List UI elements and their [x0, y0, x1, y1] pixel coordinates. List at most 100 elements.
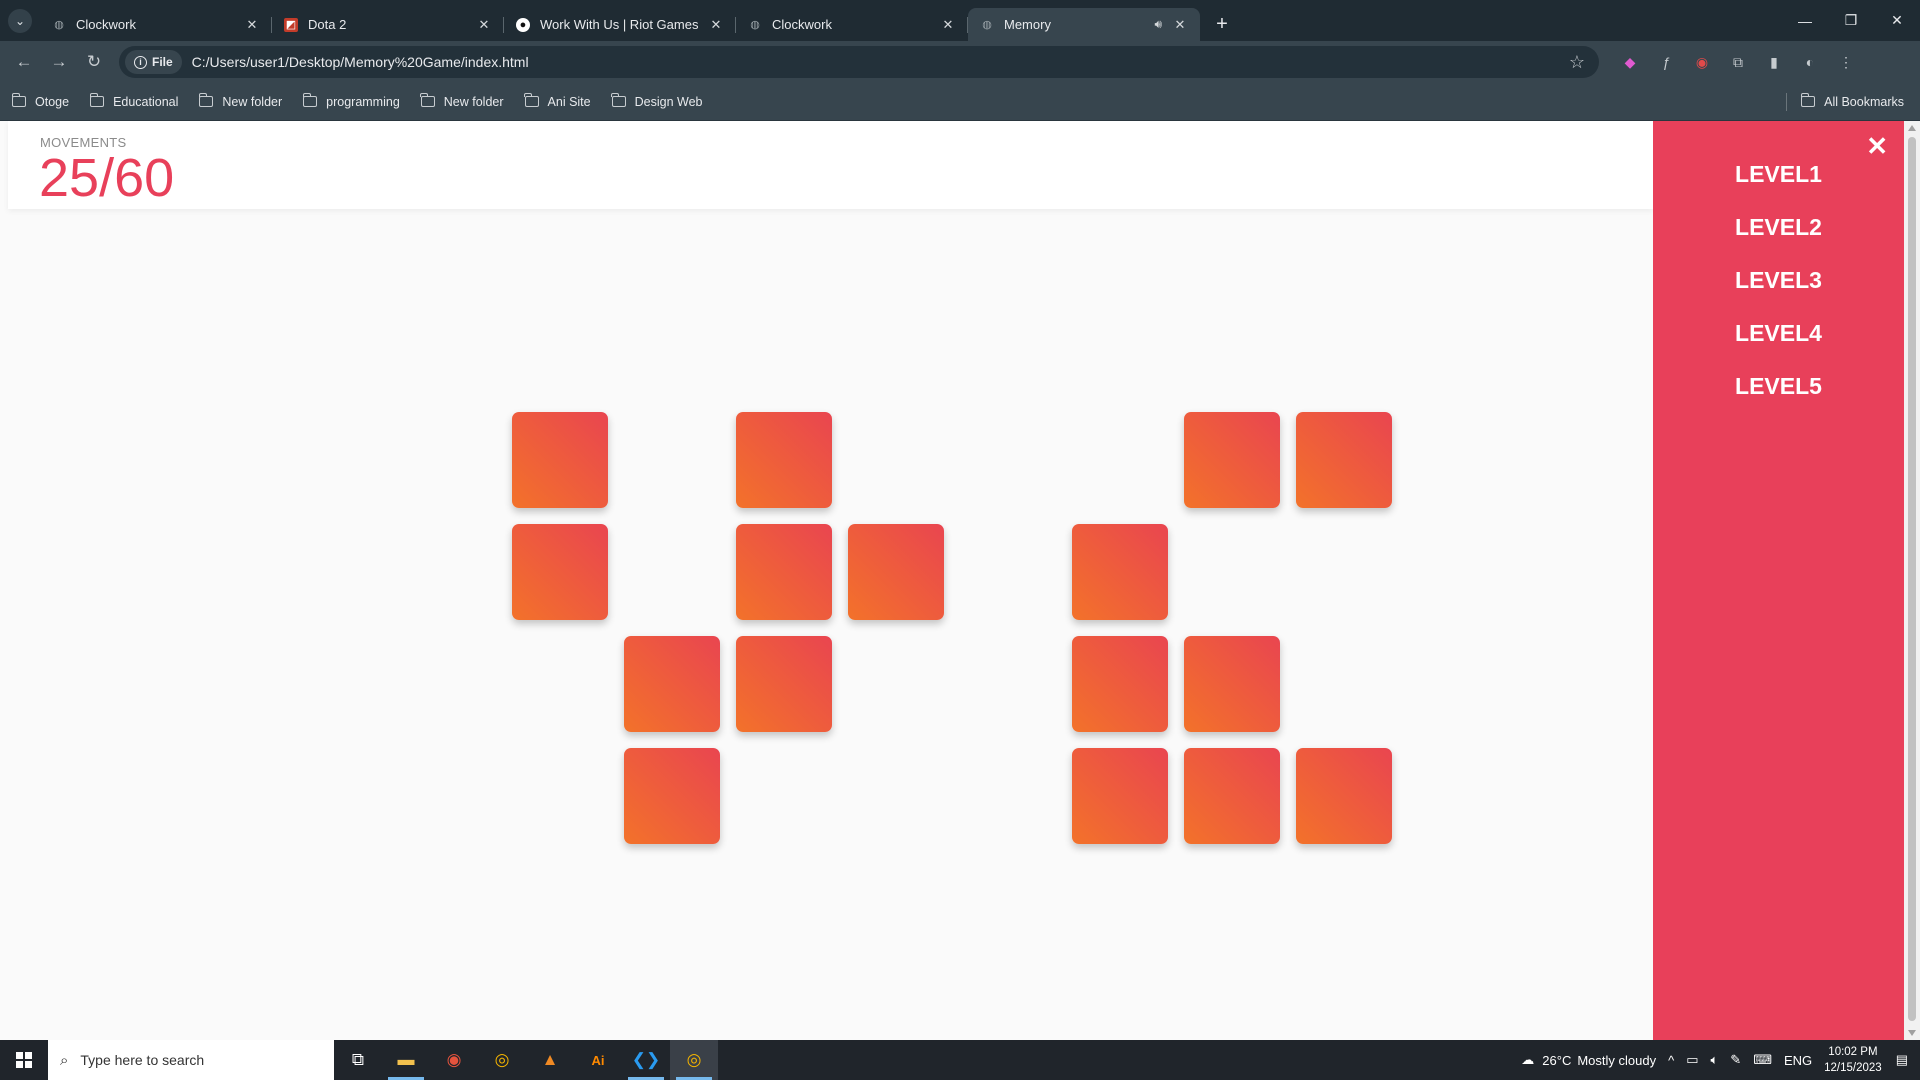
speaker-icon[interactable]: 🔊︎	[1154, 17, 1162, 32]
network-icon[interactable]: ▭	[1686, 1052, 1698, 1068]
level-2-link[interactable]: LEVEL2	[1653, 214, 1904, 241]
pen-icon[interactable]: ✎	[1730, 1052, 1741, 1068]
memory-card[interactable]	[624, 748, 720, 844]
new-tab-button[interactable]: +	[1208, 10, 1236, 38]
search-icon: ⌕	[60, 1051, 69, 1069]
site-info-chip[interactable]: i File	[125, 50, 182, 74]
tab-memory[interactable]: ◍ Memory 🔊︎ ✕	[968, 8, 1200, 41]
chrome-running-icon[interactable]: ◎	[670, 1040, 718, 1080]
color-picker-extension-icon[interactable]: ◆	[1617, 49, 1643, 75]
memory-card[interactable]	[736, 636, 832, 732]
restore-icon[interactable]: ❐	[1828, 0, 1874, 41]
chip-label: File	[152, 55, 173, 69]
level-4-link[interactable]: LEVEL4	[1653, 320, 1904, 347]
extensions-puzzle-icon[interactable]: ⧉	[1725, 49, 1751, 75]
bookmark-educational[interactable]: Educational	[89, 93, 178, 109]
bookmark-label: New folder	[222, 94, 283, 109]
menu-dots-icon[interactable]: ⋮	[1833, 49, 1859, 75]
bookmark-programming[interactable]: programming	[302, 93, 400, 109]
keyboard-icon[interactable]: ⌨	[1753, 1052, 1772, 1068]
memory-card[interactable]	[624, 636, 720, 732]
illustrator-icon[interactable]: Ai	[574, 1040, 622, 1080]
close-icon[interactable]: ✕	[476, 17, 492, 33]
chrome-icon[interactable]: ◎	[478, 1040, 526, 1080]
scroll-down-arrow-icon[interactable]	[1908, 1030, 1916, 1036]
memory-card[interactable]	[1072, 524, 1168, 620]
task-view-icon[interactable]: ⧉	[334, 1040, 382, 1080]
cloud-icon: ☁	[1521, 1052, 1535, 1067]
memory-card[interactable]	[1072, 636, 1168, 732]
weather-temp: 26°C	[1542, 1052, 1572, 1068]
memory-card[interactable]	[736, 524, 832, 620]
bookmark-otoge[interactable]: Otoge	[11, 93, 69, 109]
profile-avatar-icon[interactable]: ◐	[1797, 49, 1823, 75]
weather-condition: Mostly cloudy	[1577, 1052, 1657, 1068]
scroll-up-arrow-icon[interactable]	[1908, 125, 1916, 131]
file-explorer-icon[interactable]: ▬	[382, 1040, 430, 1080]
tab-clockwork-1[interactable]: ◍ Clockwork ✕	[40, 8, 272, 41]
folder-icon	[1800, 93, 1816, 107]
close-icon[interactable]: ✕	[708, 17, 724, 33]
close-window-icon[interactable]: ✕	[1874, 0, 1920, 41]
start-button[interactable]	[0, 1040, 48, 1080]
windows-taskbar: ⌕ Type here to search ⧉ ▬ ◉ ◎ ▲ Ai ❮❯ ◎ …	[0, 1040, 1920, 1080]
tab-strip: ⌄ ◍ Clockwork ✕ ◩ Dota 2 ✕ ● Work With U…	[0, 0, 1920, 41]
memory-card[interactable]	[1184, 636, 1280, 732]
bookmark-new-folder-1[interactable]: New folder	[198, 93, 283, 109]
memory-card[interactable]	[1184, 748, 1280, 844]
tab-search-button[interactable]: ⌄	[8, 9, 32, 33]
close-icon[interactable]: ✕	[244, 17, 260, 33]
tab-clockwork-2[interactable]: ◍ Clockwork ✕	[736, 8, 968, 41]
memory-card[interactable]	[736, 412, 832, 508]
memory-card[interactable]	[1184, 412, 1280, 508]
memory-card[interactable]	[1296, 748, 1392, 844]
browser-toolbar: ← → ↻ i File C:/Users/user1/Desktop/Memo…	[0, 41, 1920, 83]
tab-riot-games[interactable]: ● Work With Us | Riot Games ✕	[504, 8, 736, 41]
scroll-thumb[interactable]	[1908, 137, 1916, 1021]
close-menu-icon[interactable]: ✕	[1866, 131, 1888, 162]
level-5-link[interactable]: LEVEL5	[1653, 373, 1904, 400]
clock[interactable]: 10:02 PM 12/15/2023	[1824, 1044, 1882, 1076]
function-extension-icon[interactable]: ƒ	[1653, 49, 1679, 75]
movements-counter: 25/60	[39, 148, 175, 208]
bookmark-ani-site[interactable]: Ani Site	[524, 93, 591, 109]
url-text[interactable]: C:/Users/user1/Desktop/Memory%20Game/ind…	[192, 54, 1569, 70]
memory-card[interactable]	[512, 412, 608, 508]
memory-card[interactable]	[848, 524, 944, 620]
tab-dota-2[interactable]: ◩ Dota 2 ✕	[272, 8, 504, 41]
globe-icon: ◍	[54, 19, 64, 31]
windows-logo-icon	[16, 1052, 32, 1068]
language-indicator[interactable]: ENG	[1784, 1053, 1812, 1068]
reload-icon[interactable]: ↻	[78, 46, 110, 78]
vertical-scrollbar[interactable]	[1904, 121, 1920, 1040]
close-icon[interactable]: ✕	[1172, 17, 1188, 33]
chevron-up-icon[interactable]: ^	[1668, 1053, 1674, 1068]
back-arrow-icon[interactable]: ←	[8, 46, 40, 78]
level-3-link[interactable]: LEVEL3	[1653, 267, 1904, 294]
app-red-icon[interactable]: ◉	[430, 1040, 478, 1080]
globe-icon: ◍	[750, 19, 760, 31]
taskbar-search[interactable]: ⌕ Type here to search	[48, 1040, 334, 1080]
address-bar[interactable]: i File C:/Users/user1/Desktop/Memory%20G…	[119, 46, 1599, 78]
minimize-icon[interactable]: —	[1782, 0, 1828, 41]
close-icon[interactable]: ✕	[940, 17, 956, 33]
weather-widget[interactable]: ☁ 26°C Mostly cloudy	[1521, 1052, 1656, 1068]
side-panel-icon[interactable]: ▮	[1761, 49, 1787, 75]
forward-arrow-icon[interactable]: →	[43, 46, 75, 78]
all-bookmarks[interactable]: All Bookmarks	[1786, 92, 1904, 111]
vscode-icon[interactable]: ❮❯	[622, 1040, 670, 1080]
memory-card[interactable]	[1296, 412, 1392, 508]
clock-date: 12/15/2023	[1824, 1062, 1882, 1074]
vlc-icon[interactable]: ▲	[526, 1040, 574, 1080]
folder-icon	[89, 93, 105, 107]
bookmark-star-icon[interactable]: ☆	[1569, 52, 1585, 73]
volume-icon[interactable]: 🔈︎	[1710, 1052, 1718, 1068]
red-extension-icon[interactable]: ◉	[1689, 49, 1715, 75]
tab-title: Clockwork	[76, 17, 136, 32]
memory-card[interactable]	[512, 524, 608, 620]
bookmark-design-web[interactable]: Design Web	[611, 93, 702, 109]
notifications-icon[interactable]: ▤	[1896, 1052, 1908, 1068]
level-1-link[interactable]: LEVEL1	[1653, 161, 1904, 188]
bookmark-new-folder-2[interactable]: New folder	[420, 93, 504, 109]
memory-card[interactable]	[1072, 748, 1168, 844]
